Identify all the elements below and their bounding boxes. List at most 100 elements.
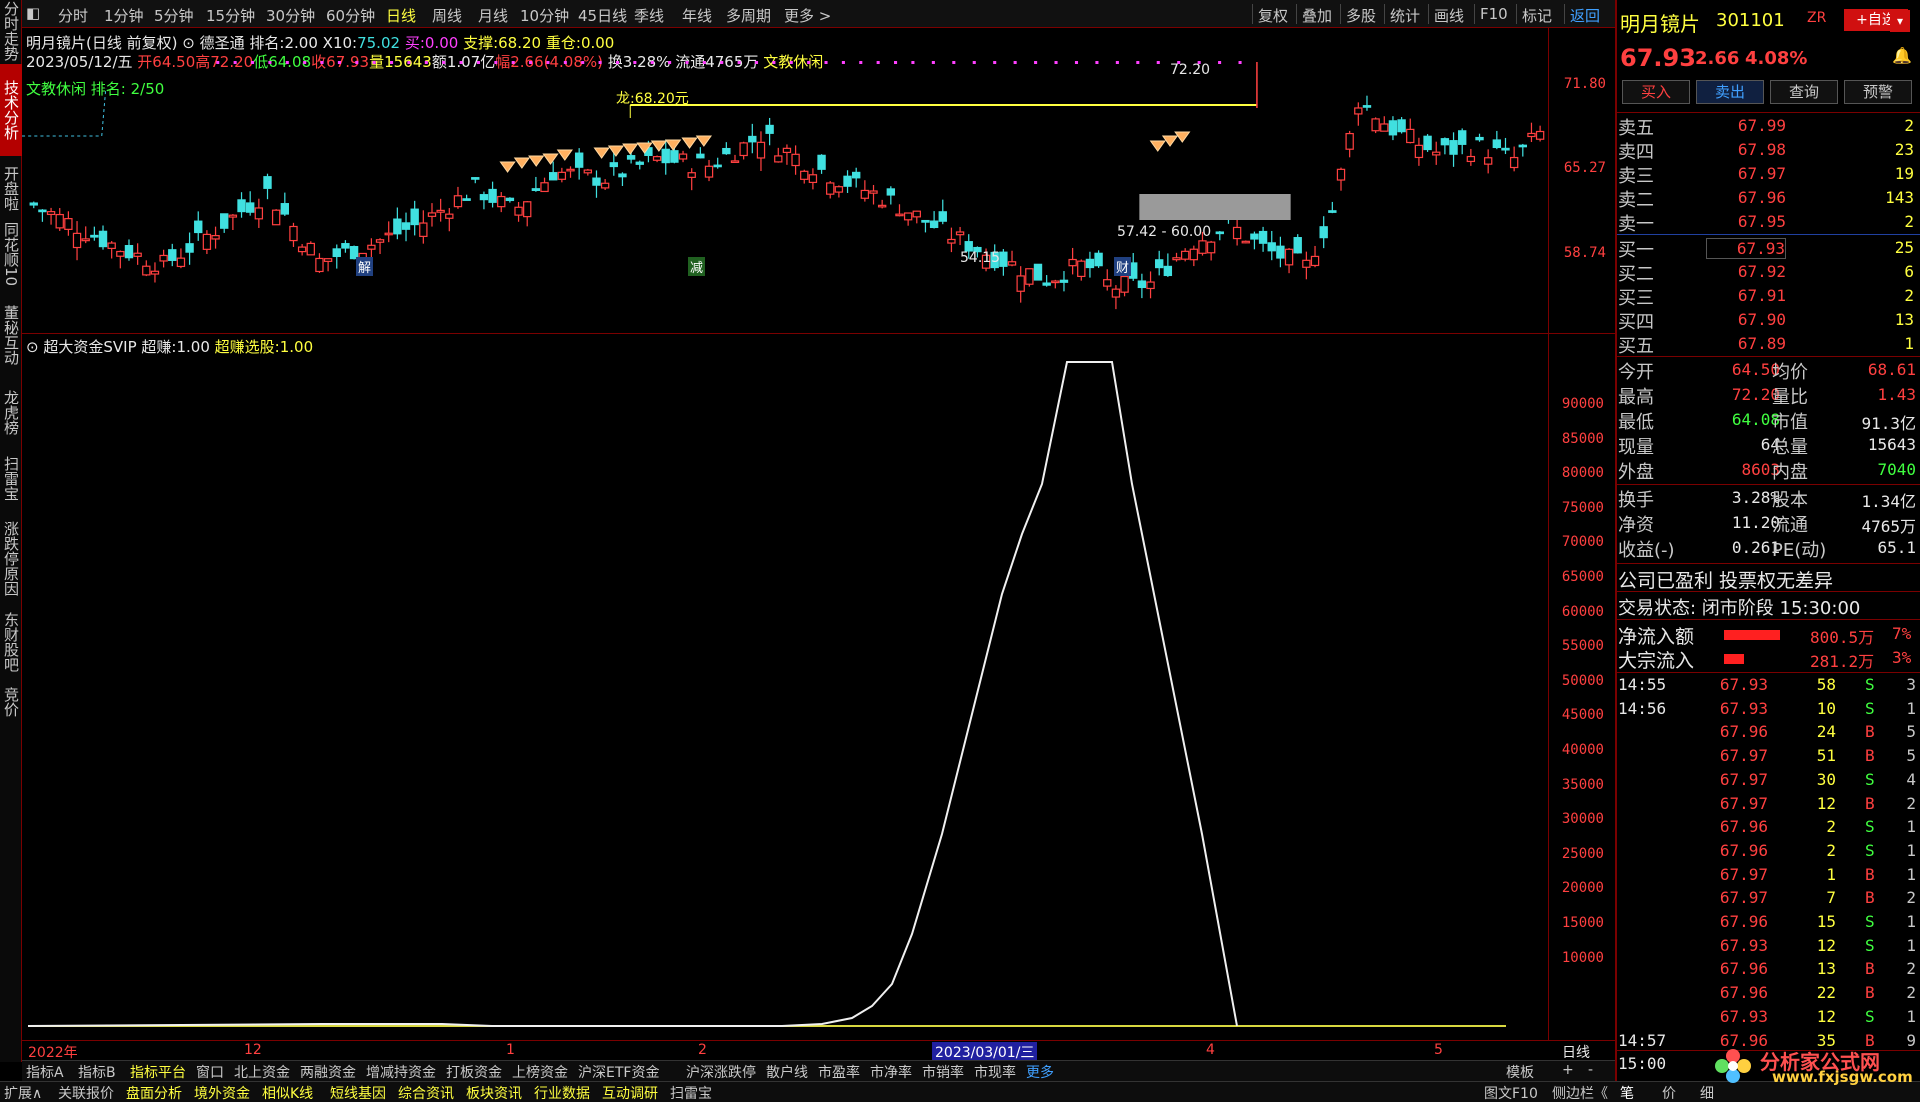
period-tab-10[interactable]: 45日线 (578, 5, 627, 26)
period-tab-1[interactable]: 1分钟 (104, 5, 144, 26)
candle-body (834, 186, 844, 193)
candle-body (1406, 128, 1415, 144)
indicator-tab-7[interactable]: 打板资金 (446, 1062, 502, 1082)
candle-body (817, 154, 826, 170)
extension-tab-7[interactable]: 板块资讯 (466, 1083, 522, 1102)
bid-price[interactable]: 67.90 (1706, 310, 1786, 329)
period-tab-6[interactable]: 日线 (386, 5, 416, 26)
extension-tab-10[interactable]: 扫雷宝 (670, 1083, 712, 1102)
indicator-tab-4[interactable]: 北上资金 (234, 1062, 290, 1082)
period-tab-3[interactable]: 15分钟 (206, 5, 255, 26)
candle-body (427, 212, 437, 217)
toolbar-button-1[interactable]: 叠加 (1302, 5, 1332, 26)
period-tab-0[interactable]: 分时 (58, 5, 88, 26)
tick-count: 1 (1906, 864, 1916, 884)
indicator-tab-0[interactable]: 指标A (26, 1062, 64, 1082)
extension-tab-0[interactable]: 扩展∧ (4, 1083, 42, 1102)
template-control-0[interactable]: 模板 (1506, 1062, 1534, 1082)
left-tab-6[interactable]: 扫雷宝 (0, 444, 22, 512)
indicator-tab-11[interactable]: 散户线 (766, 1062, 808, 1082)
indicator-tab-8[interactable]: 上榜资金 (512, 1062, 568, 1082)
side-tab-3[interactable]: 价 (1662, 1083, 1676, 1102)
tick-count: 4 (1906, 769, 1916, 789)
indicator-tab-14[interactable]: 市销率 (922, 1062, 964, 1082)
period-tab-5[interactable]: 60分钟 (326, 5, 375, 26)
period-tab-4[interactable]: 30分钟 (266, 5, 315, 26)
indicator-tab-10[interactable]: 沪深涨跌停 (686, 1062, 756, 1082)
left-tab-3[interactable]: 同花顺10 (0, 220, 22, 288)
toolbar-button-4[interactable]: 画线 (1434, 5, 1464, 26)
indicator-tab-13[interactable]: 市净率 (870, 1062, 912, 1082)
price-chart[interactable] (22, 28, 1582, 334)
period-tab-11[interactable]: 季线 (634, 5, 664, 26)
extension-tab-1[interactable]: 关联报价 (58, 1083, 114, 1102)
candle-body (1414, 144, 1424, 159)
side-tab-2[interactable]: 笔 (1620, 1083, 1634, 1102)
extension-tab-9[interactable]: 互动调研 (602, 1083, 658, 1102)
extension-tab-8[interactable]: 行业数据 (534, 1083, 590, 1102)
indicator-tick: 25000 (1561, 845, 1604, 862)
indicator-tab-3[interactable]: 窗口 (196, 1062, 224, 1082)
left-tab-5[interactable]: 龙虎榜 (0, 382, 22, 442)
side-tab-0[interactable]: 图文F10 (1484, 1083, 1538, 1102)
bid-price[interactable]: 67.93 (1706, 238, 1786, 259)
trade-button-1[interactable]: 卖出 (1696, 80, 1764, 104)
indicator-tab-5[interactable]: 两融资金 (300, 1062, 356, 1082)
bell-icon[interactable]: 🔔 (1892, 46, 1912, 65)
indicator-tab-6[interactable]: 增减持资金 (366, 1062, 436, 1082)
tick-volume: 51 (1816, 746, 1836, 766)
extension-tab-3[interactable]: 境外资金 (194, 1083, 250, 1102)
extension-tab-4[interactable]: 相似K线 (262, 1083, 313, 1102)
toolbar-button-6[interactable]: 标记 (1522, 5, 1552, 26)
template-control-2[interactable]: - (1588, 1062, 1593, 1078)
left-tab-0[interactable]: 分时走势 (0, 0, 22, 62)
indicator-tab-15[interactable]: 市现率 (974, 1062, 1016, 1082)
period-tab-13[interactable]: 多周期 (726, 5, 771, 26)
trade-button-0[interactable]: 买入 (1622, 80, 1690, 104)
candle-body (1397, 119, 1406, 133)
bid-price[interactable]: 67.91 (1706, 286, 1786, 305)
period-tab-2[interactable]: 5分钟 (154, 5, 194, 26)
bid-price[interactable]: 67.92 (1706, 262, 1786, 281)
chevron-down-icon[interactable]: ▾ (1890, 10, 1910, 32)
left-tab-9[interactable]: 竞价 (0, 682, 22, 722)
left-tab-8[interactable]: 东财股吧 (0, 604, 22, 680)
left-tab-7[interactable]: 涨跌停原因 (0, 514, 22, 602)
ask-price[interactable]: 67.99 (1706, 116, 1786, 135)
bid-price[interactable]: 67.89 (1706, 334, 1786, 353)
extension-tab-2[interactable]: 盘面分析 (126, 1083, 182, 1102)
toolbar-button-2[interactable]: 多股 (1346, 5, 1376, 26)
toolbar-button-7[interactable]: 返回 (1570, 5, 1600, 26)
indicator-tab-12[interactable]: 市盈率 (818, 1062, 860, 1082)
period-tab-14[interactable]: 更多 > (784, 5, 831, 26)
date-tick[interactable]: 2023/03/01/三 (932, 1042, 1038, 1062)
extension-tab-5[interactable]: 短线基因 (330, 1083, 386, 1102)
toolbar-button-5[interactable]: F10 (1480, 5, 1508, 23)
side-tab-1[interactable]: 侧边栏《 (1552, 1083, 1608, 1102)
toolbar-separator (1516, 4, 1517, 24)
ask-price[interactable]: 67.95 (1706, 212, 1786, 231)
trade-button-2[interactable]: 查询 (1770, 80, 1838, 104)
indicator-tab-16[interactable]: 更多 (1026, 1062, 1054, 1082)
extension-tab-6[interactable]: 综合资讯 (398, 1083, 454, 1102)
left-tab-1[interactable]: 技术分析 (0, 64, 22, 156)
indicator-tab-1[interactable]: 指标B (78, 1062, 116, 1082)
left-tab-4[interactable]: 董秘互动 (0, 290, 22, 380)
trade-button-3[interactable]: 预警 (1844, 80, 1912, 104)
toolbar-button-3[interactable]: 统计 (1390, 5, 1420, 26)
indicator-tab-2[interactable]: 指标平台 (130, 1062, 186, 1082)
period-tab-12[interactable]: 年线 (682, 5, 712, 26)
period-tab-9[interactable]: 10分钟 (520, 5, 569, 26)
period-tab-7[interactable]: 周线 (432, 5, 462, 26)
template-control-1[interactable]: + (1562, 1062, 1574, 1078)
ask-price[interactable]: 67.97 (1706, 164, 1786, 183)
indicator-tab-9[interactable]: 沪深ETF资金 (578, 1062, 659, 1082)
toolbar-separator (1384, 4, 1385, 24)
toolbar-button-0[interactable]: 复权 (1258, 5, 1288, 26)
panel-toggle-icon[interactable]: ◧ (26, 4, 40, 22)
period-tab-8[interactable]: 月线 (478, 5, 508, 26)
ask-price[interactable]: 67.98 (1706, 140, 1786, 159)
left-tab-2[interactable]: 开盘啦 (0, 158, 22, 218)
indicator-chart[interactable] (22, 334, 1548, 1044)
ask-price[interactable]: 67.96 (1706, 188, 1786, 207)
